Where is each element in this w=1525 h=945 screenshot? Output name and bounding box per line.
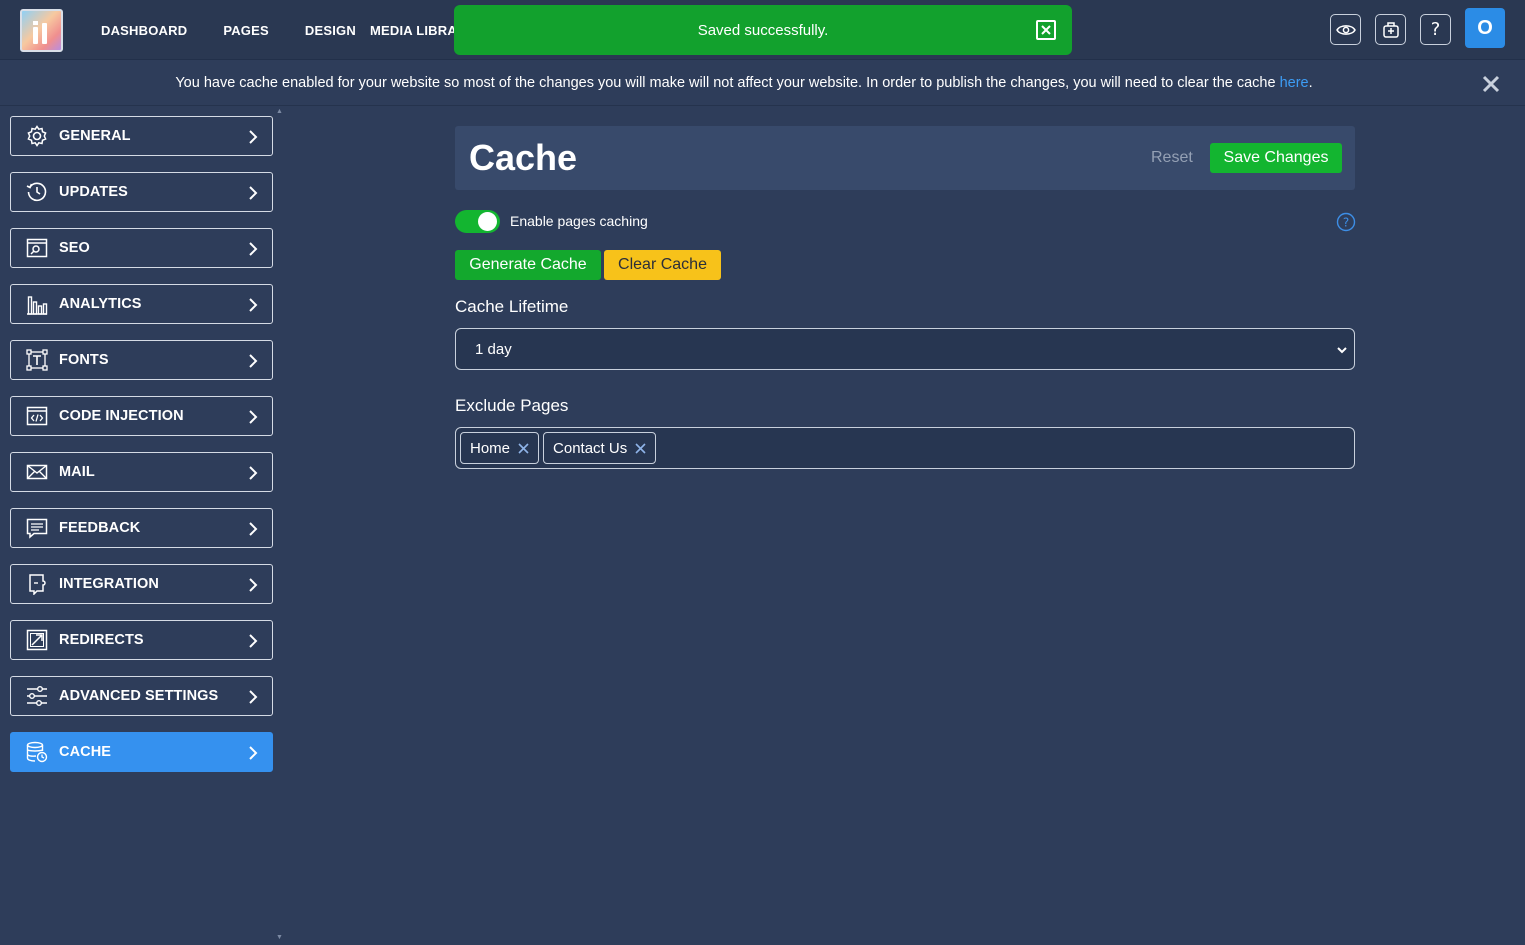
history-icon: [26, 182, 47, 202]
feedback-icon: [26, 518, 48, 539]
sidebar-item-analytics[interactable]: ANALYTICS: [10, 284, 273, 324]
scroll-up-icon[interactable]: ▲: [276, 108, 283, 115]
cache-lifetime-select[interactable]: 1 day: [455, 328, 1355, 370]
save-changes-button[interactable]: Save Changes: [1210, 143, 1342, 173]
scroll-down-icon[interactable]: ▼: [276, 934, 283, 941]
select-value: 1 day: [475, 341, 512, 358]
chevron-right-icon: [249, 186, 258, 200]
chevron-right-icon: [249, 466, 258, 480]
notice-close-icon[interactable]: [1480, 73, 1502, 95]
page-title: Cache: [469, 137, 578, 178]
exclude-pages-input[interactable]: Home Contact Us: [455, 427, 1355, 469]
sidebar-item-general[interactable]: GENERAL: [10, 116, 273, 156]
tag-home: Home: [460, 432, 540, 464]
nav-dashboard[interactable]: DASHBOARD: [101, 23, 187, 38]
user-avatar[interactable]: O: [1465, 8, 1505, 48]
generate-cache-button[interactable]: Generate Cache: [455, 250, 601, 280]
chevron-down-icon: [1337, 347, 1347, 354]
nav-media-library[interactable]: MEDIA LIBRARY: [370, 23, 456, 38]
sidebar-item-cache[interactable]: CACHE: [10, 732, 273, 772]
chevron-right-icon: [249, 522, 258, 536]
page-header: Cache Reset Save Changes: [455, 126, 1355, 190]
reset-button[interactable]: Reset: [1151, 149, 1193, 167]
chevron-right-icon: [249, 410, 258, 424]
seo-icon: [26, 238, 48, 258]
sidebar-item-label: SEO: [59, 240, 90, 256]
success-toast: Saved successfully.: [454, 5, 1072, 55]
chevron-right-icon: [249, 242, 258, 256]
cache-notice-bar: You have cache enabled for your website …: [0, 61, 1525, 106]
nav-design[interactable]: DESIGN: [305, 23, 356, 38]
remove-tag-icon[interactable]: [635, 442, 646, 454]
gear-icon: [27, 125, 47, 147]
sidebar-item-redirects[interactable]: REDIRECTS: [10, 620, 273, 660]
main-nav: DASHBOARD PAGES DESIGN: [101, 0, 392, 60]
chevron-right-icon: [249, 298, 258, 312]
sidebar-item-updates[interactable]: UPDATES: [10, 172, 273, 212]
settings-sidebar: GENERAL UPDATES SEO ANALYTICS FONTS CODE…: [10, 116, 273, 788]
toggle-label: Enable pages caching: [510, 213, 648, 229]
remove-tag-icon[interactable]: [518, 442, 529, 454]
sidebar-item-label: MAIL: [59, 464, 95, 480]
database-icon: [26, 741, 48, 763]
enable-caching-toggle[interactable]: [455, 210, 500, 233]
eye-icon: [1335, 24, 1356, 35]
toast-close-icon[interactable]: [1036, 20, 1056, 40]
sidebar-item-fonts[interactable]: FONTS: [10, 340, 273, 380]
sidebar-item-code-injection[interactable]: CODE INJECTION: [10, 396, 273, 436]
sidebar-item-label: FEEDBACK: [59, 520, 141, 536]
integration-icon: [29, 574, 46, 595]
sidebar-item-feedback[interactable]: FEEDBACK: [10, 508, 273, 548]
analytics-icon: [27, 296, 48, 315]
sidebar-item-label: ANALYTICS: [59, 296, 142, 312]
chevron-right-icon: [249, 578, 258, 592]
sidebar-item-integration[interactable]: INTEGRATION: [10, 564, 273, 604]
help-button[interactable]: ?: [1420, 14, 1451, 45]
sidebar-item-label: CACHE: [59, 744, 112, 760]
clear-cache-link[interactable]: here: [1280, 75, 1309, 91]
sidebar-item-label: ADVANCED SETTINGS: [59, 688, 219, 704]
cache-lifetime-label: Cache Lifetime: [455, 297, 569, 316]
sidebar-item-label: CODE INJECTION: [59, 408, 184, 424]
app-logo[interactable]: [20, 9, 63, 52]
sidebar-item-mail[interactable]: MAIL: [10, 452, 273, 492]
tag-contact-us: Contact Us: [543, 432, 657, 464]
toast-message: Saved successfully.: [697, 21, 829, 39]
plugin-icon: [1382, 21, 1399, 38]
svg-text:?: ?: [1343, 216, 1349, 230]
chevron-right-icon: [249, 746, 258, 760]
sliders-icon: [27, 686, 47, 706]
preview-button[interactable]: [1330, 14, 1361, 45]
notice-text: You have cache enabled for your website …: [175, 75, 1313, 91]
help-icon: ?: [1430, 19, 1441, 40]
chevron-right-icon: [249, 634, 258, 648]
sidebar-item-label: INTEGRATION: [59, 576, 159, 592]
sidebar-item-advanced-settings[interactable]: ADVANCED SETTINGS: [10, 676, 273, 716]
clear-cache-button[interactable]: Clear Cache: [604, 250, 721, 280]
sidebar-item-label: FONTS: [59, 352, 109, 368]
toggle-knob: [478, 212, 497, 231]
nav-pages[interactable]: PAGES: [223, 23, 269, 38]
plugins-button[interactable]: [1375, 14, 1406, 45]
mail-icon: [26, 464, 48, 480]
chevron-right-icon: [249, 130, 258, 144]
exclude-pages-label: Exclude Pages: [455, 396, 569, 415]
sidebar-item-label: REDIRECTS: [59, 632, 144, 648]
chevron-right-icon: [249, 690, 258, 704]
top-bar: DASHBOARD PAGES DESIGN MEDIA LIBRARY Sav…: [0, 0, 1525, 60]
code-icon: [26, 406, 48, 426]
question-circle-icon[interactable]: ?: [1336, 212, 1356, 232]
fonts-icon: [26, 349, 48, 371]
redirect-icon: [26, 629, 48, 651]
sidebar-item-seo[interactable]: SEO: [10, 228, 273, 268]
sidebar-item-label: UPDATES: [59, 184, 128, 200]
chevron-right-icon: [249, 354, 258, 368]
sidebar-item-label: GENERAL: [59, 128, 131, 144]
